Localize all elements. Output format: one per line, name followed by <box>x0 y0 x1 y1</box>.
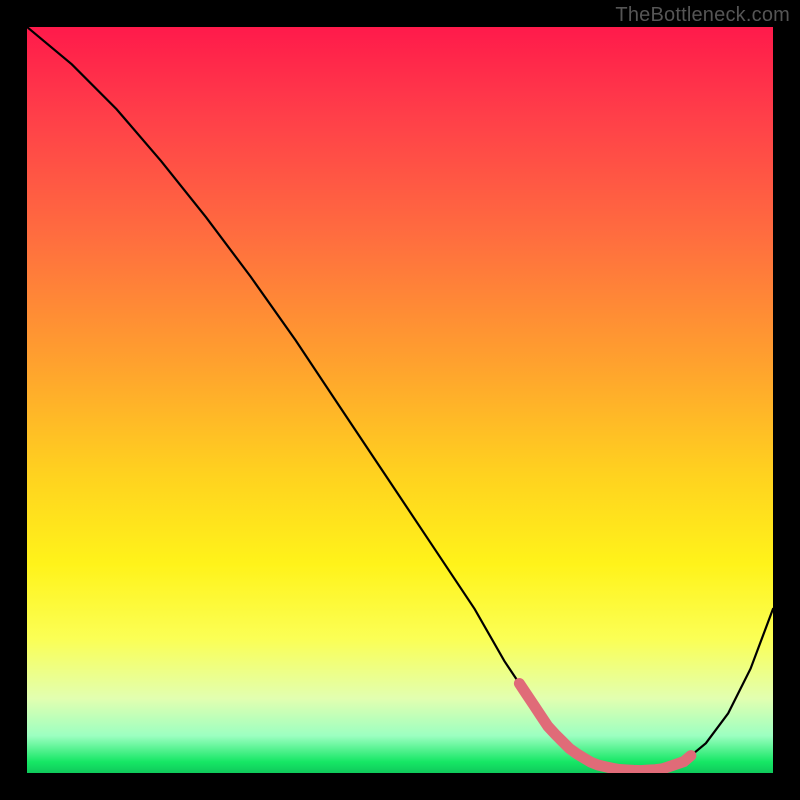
curve-overlay <box>27 27 773 773</box>
chart-container: TheBottleneck.com <box>0 0 800 800</box>
optimal-range-markers <box>519 684 691 771</box>
bottleneck-curve <box>27 27 773 771</box>
attribution-text: TheBottleneck.com <box>615 4 790 27</box>
